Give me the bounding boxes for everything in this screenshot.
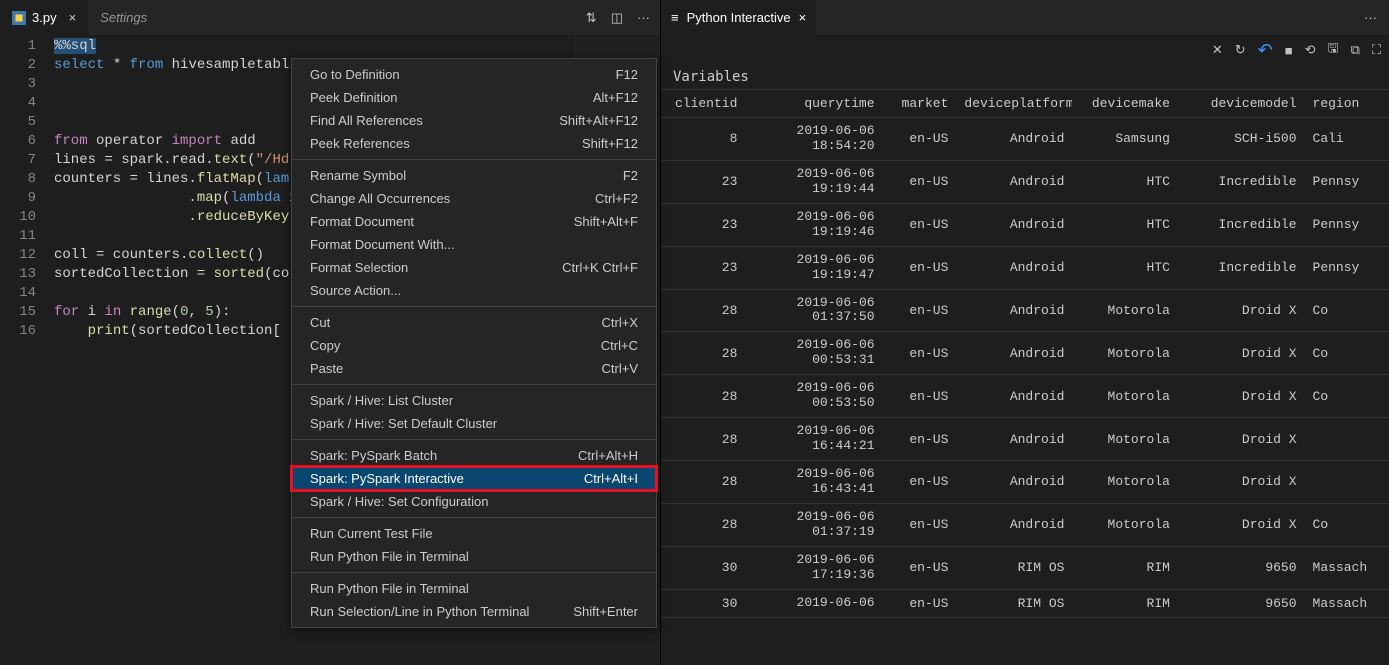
interactive-toolbar: ✕ ↻ ↶ ■ ⟲ 🖫 ⧉ ⛶: [661, 35, 1389, 65]
menu-item[interactable]: Run Current Test File: [292, 522, 656, 545]
compare-icon[interactable]: ⇅: [586, 10, 597, 26]
menu-item[interactable]: CopyCtrl+C: [292, 334, 656, 357]
menu-separator: [292, 517, 656, 518]
split-editor-icon[interactable]: ◫: [611, 10, 623, 26]
tab-3py[interactable]: 3.py ×: [0, 0, 88, 35]
menu-item[interactable]: Peek ReferencesShift+F12: [292, 132, 656, 155]
menu-item[interactable]: PasteCtrl+V: [292, 357, 656, 380]
menu-item[interactable]: Run Selection/Line in Python TerminalShi…: [292, 600, 656, 623]
editor-panel: 3.py × Settings ⇅ ◫ ··· 1234567891011121…: [0, 0, 661, 665]
table-row[interactable]: 302019-06-06en-USRIM OSRIM9650Massach: [661, 589, 1389, 617]
table-row[interactable]: 232019-06-0619:19:44en-USAndroidHTCIncre…: [661, 160, 1389, 203]
interactive-tab-bar: ≡ Python Interactive × ···: [661, 0, 1389, 35]
tab-python-interactive[interactable]: ≡ Python Interactive ×: [661, 0, 816, 35]
table-row[interactable]: 282019-06-0616:43:41en-USAndroidMotorola…: [661, 461, 1389, 504]
table-row[interactable]: 232019-06-0619:19:46en-USAndroidHTCIncre…: [661, 203, 1389, 246]
close-icon[interactable]: ×: [69, 10, 77, 25]
menu-item[interactable]: Find All ReferencesShift+Alt+F12: [292, 109, 656, 132]
more-icon[interactable]: ···: [637, 10, 650, 26]
interactive-panel: ≡ Python Interactive × ··· ✕ ↻ ↶ ■ ⟲ 🖫 ⧉…: [661, 0, 1389, 665]
menu-separator: [292, 159, 656, 160]
table-row[interactable]: 282019-06-0600:53:50en-USAndroidMotorola…: [661, 375, 1389, 418]
cancel-icon[interactable]: ✕: [1212, 42, 1223, 58]
table-body: 82019-06-0618:54:20en-USAndroidSamsungSC…: [661, 118, 1389, 618]
menu-item[interactable]: Change All OccurrencesCtrl+F2: [292, 187, 656, 210]
column-header[interactable]: querytime: [745, 90, 882, 118]
table-row[interactable]: 282019-06-0616:44:21en-USAndroidMotorola…: [661, 418, 1389, 461]
editor-tab-bar: 3.py × Settings ⇅ ◫ ···: [0, 0, 660, 35]
variables-table: clientidquerytimemarketdeviceplatformdev…: [661, 90, 1389, 665]
menu-item[interactable]: Spark / Hive: List Cluster: [292, 389, 656, 412]
stop-icon[interactable]: ■: [1285, 43, 1293, 58]
table-row[interactable]: 282019-06-0601:37:19en-USAndroidMotorola…: [661, 503, 1389, 546]
menu-separator: [292, 439, 656, 440]
restart-icon[interactable]: ⟲: [1305, 42, 1316, 58]
context-menu: Go to DefinitionF12Peek DefinitionAlt+F1…: [291, 58, 657, 628]
close-icon[interactable]: ×: [799, 10, 807, 25]
menu-item[interactable]: Spark: PySpark InteractiveCtrl+Alt+I: [292, 467, 656, 490]
column-header[interactable]: deviceplatform: [956, 90, 1072, 118]
undo-icon[interactable]: ↶: [1258, 40, 1273, 61]
table-row[interactable]: 282019-06-0601:37:50en-USAndroidMotorola…: [661, 289, 1389, 332]
copy-icon[interactable]: ⧉: [1351, 42, 1360, 58]
menu-item[interactable]: Spark / Hive: Set Default Cluster: [292, 412, 656, 435]
menu-item[interactable]: Spark: PySpark BatchCtrl+Alt+H: [292, 444, 656, 467]
tab-label: 3.py: [32, 10, 57, 25]
menu-item[interactable]: Source Action...: [292, 279, 656, 302]
column-header[interactable]: region: [1305, 90, 1389, 118]
menu-separator: [292, 572, 656, 573]
menu-item[interactable]: Spark / Hive: Set Configuration: [292, 490, 656, 513]
redo-icon[interactable]: ↻: [1235, 42, 1246, 58]
tab-label: Settings: [100, 10, 147, 25]
menu-item[interactable]: Format SelectionCtrl+K Ctrl+F: [292, 256, 656, 279]
column-header[interactable]: devicemake: [1072, 90, 1178, 118]
menu-item[interactable]: Peek DefinitionAlt+F12: [292, 86, 656, 109]
expand-icon[interactable]: ⛶: [1372, 42, 1381, 58]
table-row[interactable]: 282019-06-0600:53:31en-USAndroidMotorola…: [661, 332, 1389, 375]
column-header[interactable]: devicemodel: [1178, 90, 1305, 118]
menu-item[interactable]: Format DocumentShift+Alt+F: [292, 210, 656, 233]
menu-item[interactable]: Run Python File in Terminal: [292, 577, 656, 600]
menu-item[interactable]: Go to DefinitionF12: [292, 63, 656, 86]
variables-section-header[interactable]: Variables: [661, 65, 1389, 90]
menu-item[interactable]: Rename SymbolF2: [292, 164, 656, 187]
menu-item[interactable]: Run Python File in Terminal: [292, 545, 656, 568]
menu-separator: [292, 306, 656, 307]
table-row[interactable]: 302019-06-0617:19:36en-USRIM OSRIM9650Ma…: [661, 546, 1389, 589]
python-file-icon: [12, 11, 26, 25]
save-icon[interactable]: 🖫: [1328, 39, 1339, 61]
tab-label: Python Interactive: [687, 10, 791, 25]
tab-settings[interactable]: Settings: [88, 0, 159, 35]
column-header[interactable]: market: [883, 90, 957, 118]
menu-item[interactable]: Format Document With...: [292, 233, 656, 256]
table-row[interactable]: 232019-06-0619:19:47en-USAndroidHTCIncre…: [661, 246, 1389, 289]
table-header-row: clientidquerytimemarketdeviceplatformdev…: [661, 90, 1389, 118]
panel-more[interactable]: ···: [1364, 10, 1389, 25]
table-row[interactable]: 82019-06-0618:54:20en-USAndroidSamsungSC…: [661, 118, 1389, 161]
list-icon: ≡: [671, 10, 679, 25]
menu-item[interactable]: CutCtrl+X: [292, 311, 656, 334]
menu-separator: [292, 384, 656, 385]
editor-actions: ⇅ ◫ ···: [586, 10, 660, 26]
column-header[interactable]: clientid: [661, 90, 745, 118]
line-numbers: 12345678910111213141516: [0, 37, 54, 665]
